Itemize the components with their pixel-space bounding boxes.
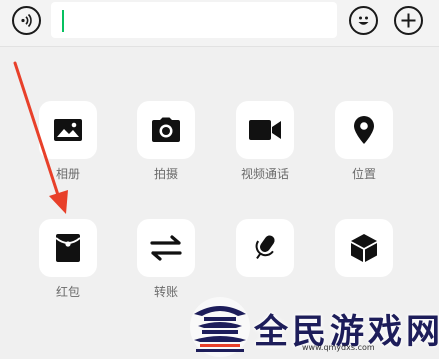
- message-input[interactable]: [51, 2, 337, 38]
- video-call-button[interactable]: [236, 101, 294, 159]
- emoji-button[interactable]: [349, 6, 378, 35]
- transfer-button[interactable]: [137, 219, 195, 277]
- plus-circle-icon: [401, 13, 416, 28]
- watermark: 全民游戏网 www.qmydxs.com: [188, 296, 439, 359]
- album-label: 相册: [55, 167, 80, 181]
- pagoda-logo-icon: [190, 297, 250, 357]
- text-caret: [62, 10, 64, 32]
- location-pin-icon: [354, 116, 374, 144]
- chat-input-bar: [0, 0, 439, 47]
- camera-label: 拍摄: [153, 167, 178, 181]
- voice-input-button[interactable]: [236, 219, 294, 277]
- voice-input-icon: [21, 13, 32, 28]
- microphone-icon: [255, 235, 275, 260]
- album-button[interactable]: [39, 101, 97, 159]
- location-label: 位置: [351, 167, 376, 181]
- location-button[interactable]: [335, 101, 393, 159]
- voice-toggle-button[interactable]: [12, 6, 41, 35]
- cube-icon: [351, 234, 377, 262]
- watermark-url: www.qmydxs.com: [302, 343, 375, 352]
- transfer-icon: [150, 235, 182, 261]
- video-call-icon: [249, 120, 281, 140]
- red-packet-label: 红包: [55, 285, 80, 299]
- camera-button[interactable]: [137, 101, 195, 159]
- red-packet-button[interactable]: [39, 219, 97, 277]
- more-apps-button[interactable]: [335, 219, 393, 277]
- camera-icon: [152, 117, 180, 142]
- emoji-smile-icon: [358, 16, 369, 25]
- red-packet-icon: [55, 234, 81, 262]
- more-functions-button[interactable]: [394, 6, 423, 35]
- video-call-label: 视频通话: [240, 167, 289, 181]
- image-icon: [54, 119, 82, 141]
